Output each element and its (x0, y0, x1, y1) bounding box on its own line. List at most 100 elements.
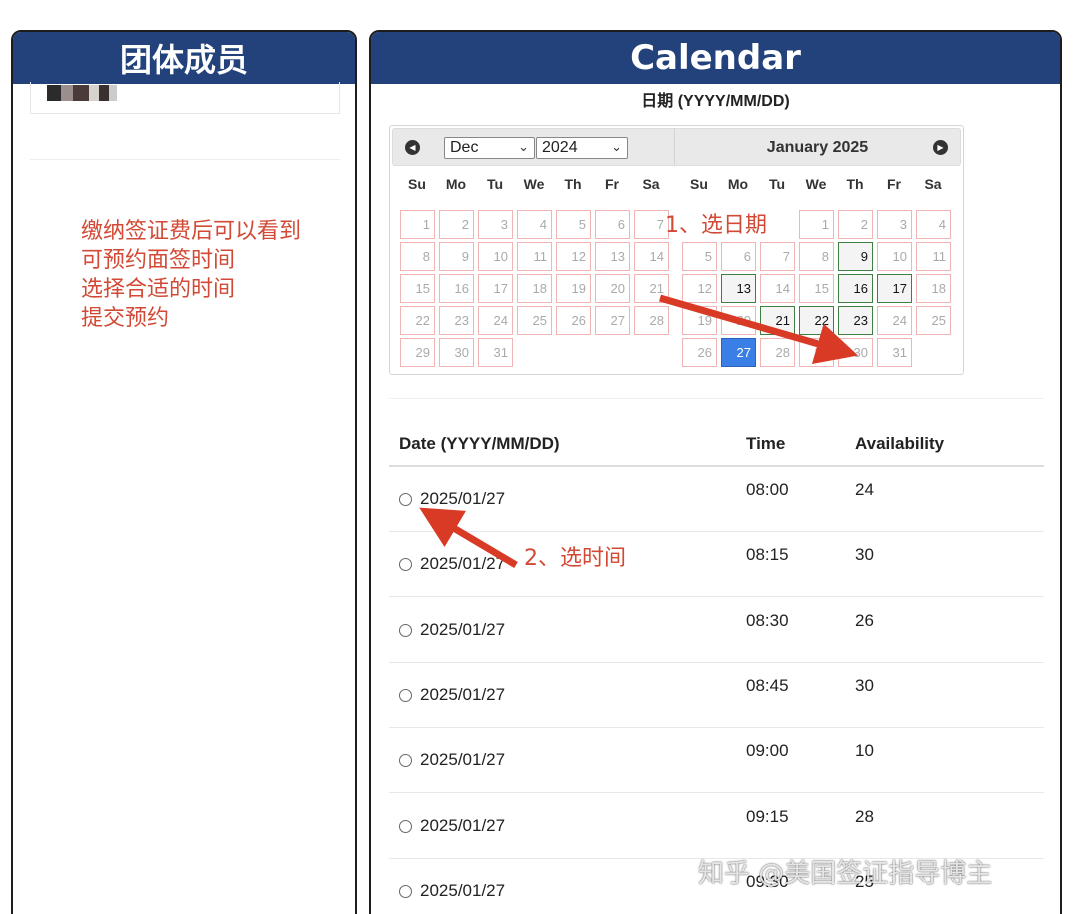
slot-time: 08:30 (746, 610, 789, 630)
calendar-day-unavailable: 5 (556, 210, 591, 239)
slot-time: 08:15 (746, 545, 789, 565)
time-column-header: Time (746, 434, 786, 453)
slot-availability: 28 (855, 806, 874, 826)
slot-radio[interactable] (399, 884, 412, 898)
slot-radio[interactable] (399, 754, 412, 768)
date-format-label: 日期 (YYYY/MM/DD) (641, 93, 790, 110)
calendar-day-unavailable: 21 (634, 274, 669, 303)
slot-radio[interactable] (399, 819, 412, 833)
calendar-day-unavailable: 14 (634, 242, 669, 271)
weekday-header: Th (846, 176, 864, 192)
table-row[interactable]: 2025/01/27 08:15 30 (389, 532, 1044, 598)
calendar-day-available[interactable]: 22 (799, 306, 834, 335)
calendar-day-unavailable: 4 (916, 210, 951, 239)
slot-radio[interactable] (399, 623, 412, 637)
slot-radio[interactable] (399, 558, 412, 572)
calendar-day-available[interactable]: 23 (838, 306, 873, 335)
calendar-day-unavailable: 3 (478, 210, 513, 239)
calendar-day-unavailable: 16 (439, 274, 474, 303)
calendar-day-unavailable: 18 (916, 274, 951, 303)
slot-time: 08:45 (746, 675, 789, 695)
calendar-day-unavailable: 19 (682, 306, 717, 335)
availability-column-header: Availability (855, 434, 945, 453)
weekday-header: Su (408, 176, 426, 192)
slot-date: 2025/01/27 (420, 554, 506, 574)
next-month-title: January 2025 (766, 139, 869, 156)
slot-radio[interactable] (399, 688, 412, 702)
table-row[interactable]: 2025/01/27 08:45 30 (389, 663, 1044, 728)
watermark: 知乎 @美国签证指导博主 (698, 859, 993, 889)
year-select-value: 2024 (542, 139, 578, 156)
calendar-day-unavailable: 22 (400, 306, 435, 335)
slot-date: 2025/01/27 (420, 750, 506, 770)
calendar-day-unavailable: 14 (760, 274, 795, 303)
notice-annotation: 缴纳签证费后可以看到 可预约面签时间 选择合适的时间 提交预约 (81, 219, 302, 331)
calendar-day-unavailable: 18 (517, 274, 552, 303)
calendar-day-unavailable: 27 (595, 306, 630, 335)
group-members-panel: 团体成员 缴纳签证费后可以看到 可预约面签时间 选择合适的时间 提交预约 (11, 30, 357, 914)
datepicker-header-left: ◀ Dec ⌄ 2024 ⌄ (392, 128, 674, 166)
weekday-header: Sa (924, 176, 942, 192)
table-row[interactable]: 2025/01/27 09:00 10 (389, 728, 1044, 794)
slot-availability: 24 (855, 480, 874, 499)
calendar-day-unavailable: 20 (595, 274, 630, 303)
calendar-day-unavailable: 24 (478, 306, 513, 335)
calendar-day-available[interactable]: 16 (838, 274, 873, 303)
table-row[interactable]: 2025/01/27 09:15 28 (389, 794, 1044, 859)
section-divider (389, 398, 1044, 399)
calendar-day-available[interactable]: 17 (877, 274, 912, 303)
calendar-day-unavailable: 3 (877, 210, 912, 239)
table-row[interactable]: 2025/01/27 08:00 24 (389, 467, 1044, 532)
calendar-title: Calendar (371, 32, 1060, 84)
slot-time: 08:00 (746, 480, 789, 499)
calendar-day-unavailable: 11 (916, 242, 951, 271)
slot-time: 09:15 (746, 806, 789, 826)
month-select[interactable]: Dec ⌄ (444, 137, 535, 159)
calendar-day-unavailable: 9 (439, 242, 474, 271)
calendar-day-unavailable: 17 (478, 274, 513, 303)
calendar-day-unavailable: 12 (682, 274, 717, 303)
weekday-header: Su (690, 176, 708, 192)
calendar-day-unavailable: 30 (838, 338, 873, 367)
calendar-day-unavailable: 11 (517, 242, 552, 271)
calendar-day-unavailable: 6 (595, 210, 630, 239)
calendar-day-unavailable: 28 (634, 306, 669, 335)
slot-time: 09:00 (746, 741, 789, 761)
calendar-day-unavailable: 29 (799, 338, 834, 367)
step2-annotation: 2、选时间 (524, 546, 626, 571)
calendar-day-unavailable: 28 (760, 338, 795, 367)
calendar-day-unavailable: 7 (634, 210, 669, 239)
calendar-day-selected[interactable]: 27 (721, 338, 756, 367)
calendar-day-unavailable: 31 (478, 338, 513, 367)
calendar-day-unavailable: 31 (877, 338, 912, 367)
group-members-title: 团体成员 (13, 32, 355, 84)
year-select[interactable]: 2024 ⌄ (536, 137, 628, 159)
calendar-day-unavailable: 26 (556, 306, 591, 335)
calendar-day-unavailable: 25 (517, 306, 552, 335)
calendar-day-available[interactable]: 9 (838, 242, 873, 271)
slot-date: 2025/01/27 (420, 684, 506, 704)
weekday-header: We (805, 176, 827, 192)
calendar-day-available[interactable]: 21 (760, 306, 795, 335)
month-select-value: Dec (450, 139, 479, 156)
calendar-day-unavailable: 8 (400, 242, 435, 271)
member-card[interactable] (30, 82, 340, 114)
calendar-day-available[interactable]: 13 (721, 274, 756, 303)
avatar (47, 85, 117, 101)
prev-month-icon[interactable]: ◀ (405, 140, 420, 155)
slot-availability: 30 (855, 545, 874, 565)
slot-radio[interactable] (399, 493, 412, 506)
calendar-day-unavailable: 4 (517, 210, 552, 239)
calendar-day-unavailable: 2 (838, 210, 873, 239)
table-row[interactable]: 2025/01/27 08:30 26 (389, 598, 1044, 663)
weekday-header: Mo (445, 176, 467, 192)
calendar-day-unavailable: 20 (721, 306, 756, 335)
calendar-day-unavailable: 7 (760, 242, 795, 271)
slot-date: 2025/01/27 (420, 489, 506, 508)
slots-table-header: Date (YYYY/MM/DD) Time Availability (389, 412, 1044, 467)
slot-availability: 26 (855, 610, 874, 630)
slot-date: 2025/01/27 (420, 880, 506, 900)
calendar-day-unavailable: 1 (799, 210, 834, 239)
calendar-panel: Calendar 日期 (YYYY/MM/DD) ◀ Dec ⌄ 2024 ⌄ … (369, 30, 1062, 914)
next-month-icon[interactable]: ▶ (933, 140, 948, 155)
